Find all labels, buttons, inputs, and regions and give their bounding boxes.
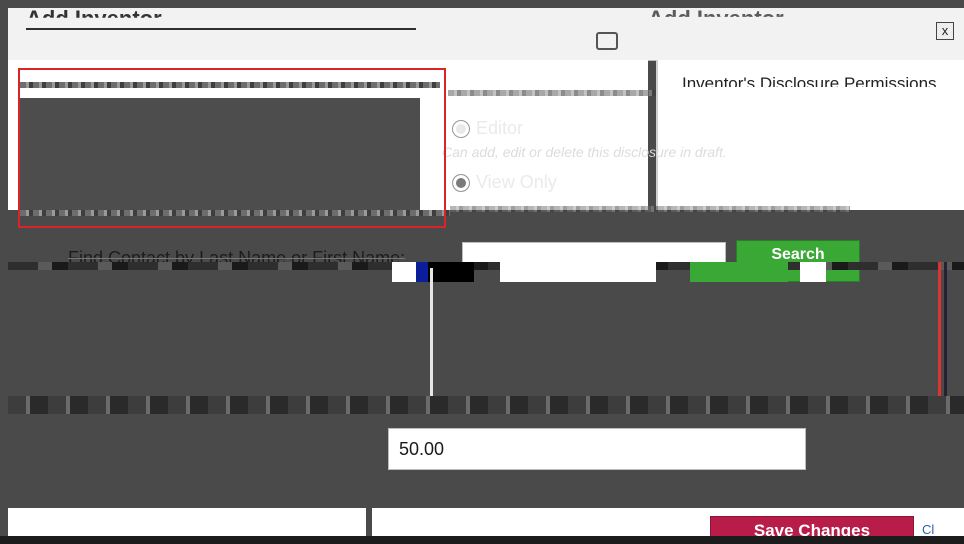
bottom-strip	[0, 536, 964, 544]
render-artifact-band	[8, 396, 964, 414]
permissions-heading: Inventor's Disclosure Permissions	[682, 74, 937, 93]
scroll-edge	[944, 262, 947, 402]
radio-editor[interactable]	[452, 119, 470, 138]
option-editor-label: Editor	[476, 118, 524, 138]
option-view-only-label: View Only	[476, 172, 557, 192]
highlight-box	[18, 68, 446, 228]
close-link[interactable]: Cl	[922, 522, 934, 537]
render-artifact	[690, 262, 788, 282]
dialog-title-ghost: Add Inventor	[648, 6, 784, 31]
render-artifact	[416, 262, 428, 282]
render-artifact	[800, 262, 826, 282]
garbled-text-row	[450, 206, 850, 212]
option-view-only[interactable]: View Only	[452, 172, 557, 193]
option-editor-description: Can add, edit or delete this disclosure …	[442, 144, 727, 160]
dialog-header: Add Inventor Add Inventor x	[8, 6, 964, 61]
add-inventor-dialog: Add Inventor Add Inventor x Inventor's D…	[0, 0, 964, 544]
user-icon	[596, 32, 618, 50]
render-artifact	[392, 262, 416, 282]
column-divider	[430, 268, 433, 396]
percentage-input[interactable]	[388, 428, 806, 470]
close-icon[interactable]: x	[936, 22, 954, 40]
title-underline	[26, 28, 416, 30]
content-panel-right: Inventor's Disclosure Permissions	[656, 60, 964, 210]
render-artifact	[428, 262, 474, 282]
scroll-edge	[938, 262, 941, 402]
radio-view-only[interactable]	[452, 173, 470, 192]
footer-left	[8, 508, 366, 536]
render-artifact	[500, 262, 656, 282]
option-editor[interactable]: Editor	[452, 118, 523, 139]
